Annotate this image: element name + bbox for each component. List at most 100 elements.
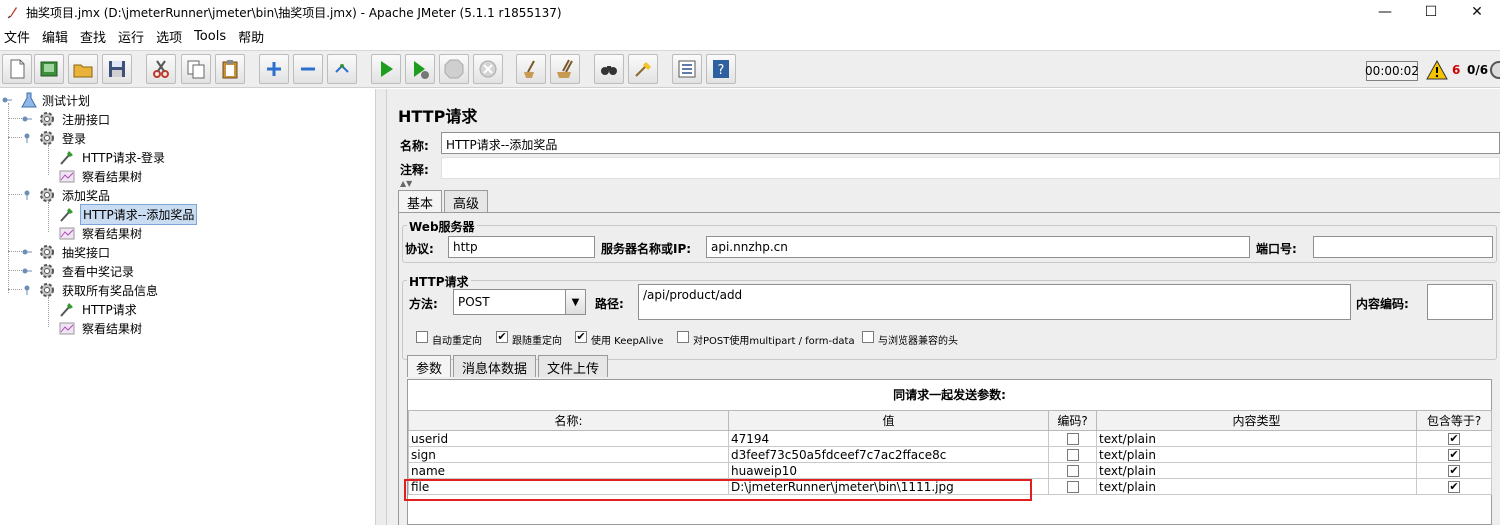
menu-run[interactable]: 运行	[114, 27, 150, 46]
menu-options[interactable]: 选项	[152, 27, 188, 46]
warning-icon[interactable]	[1426, 60, 1448, 80]
tree-node-results-1[interactable]: 察看结果树	[58, 167, 144, 186]
param-value[interactable]: huaweip10	[728, 462, 1049, 479]
expand-handle-icon[interactable]	[2, 95, 12, 105]
minimize-button[interactable]: —	[1362, 0, 1408, 24]
remote-icon	[1490, 61, 1500, 79]
column-header-content-type[interactable]: 内容类型	[1096, 410, 1417, 431]
param-content-type[interactable]: text/plain	[1096, 430, 1417, 447]
include-equals-checkbox[interactable]: ✔	[1448, 465, 1460, 477]
encoding-field[interactable]	[1427, 284, 1493, 320]
protocol-field[interactable]: http	[448, 236, 595, 258]
open-button[interactable]	[68, 54, 98, 84]
tree-node-login[interactable]: 登录	[22, 129, 88, 148]
include-equals-checkbox[interactable]: ✔	[1448, 433, 1460, 445]
templates-button[interactable]	[34, 54, 64, 84]
collapse-comment-icon[interactable]: ▲▼	[400, 179, 412, 188]
tree-node-results-3[interactable]: 察看结果树	[58, 319, 144, 338]
param-name[interactable]: userid	[408, 430, 729, 447]
tree-node-add-prize[interactable]: 添加奖品	[22, 186, 112, 205]
column-header-value[interactable]: 值	[728, 410, 1049, 431]
start-button[interactable]	[371, 54, 401, 84]
path-field[interactable]: /api/product/add	[638, 284, 1351, 320]
param-name[interactable]: name	[408, 462, 729, 479]
stop-button[interactable]	[439, 54, 469, 84]
reset-search-button[interactable]	[628, 54, 658, 84]
maximize-button[interactable]: ☐	[1408, 0, 1454, 24]
port-field[interactable]	[1313, 236, 1493, 258]
tree-node-results-2[interactable]: 察看结果树	[58, 224, 144, 243]
help-button[interactable]: ?	[706, 54, 736, 84]
method-select[interactable]: POST ▼	[453, 289, 586, 315]
collapse-handle-icon[interactable]	[22, 190, 32, 200]
menu-search[interactable]: 查找	[76, 27, 112, 46]
table-row[interactable]: userid 47194 text/plain ✔	[408, 430, 1492, 447]
follow-redirect-checkbox[interactable]: ✔	[496, 331, 508, 343]
tree-node-http-login[interactable]: HTTP请求-登录	[58, 148, 167, 167]
tab-body-data[interactable]: 消息体数据	[453, 355, 537, 377]
encode-checkbox[interactable]	[1066, 481, 1079, 493]
cut-button[interactable]	[146, 54, 176, 84]
web-server-group-title: Web服务器	[407, 218, 477, 235]
encode-checkbox[interactable]	[1066, 433, 1079, 445]
clear-button[interactable]	[516, 54, 546, 84]
copy-button[interactable]	[181, 54, 211, 84]
name-field[interactable]: HTTP请求--添加奖品	[441, 132, 1500, 154]
comment-field[interactable]	[441, 157, 1500, 179]
expand-handle-icon[interactable]	[22, 247, 32, 257]
shutdown-button[interactable]	[473, 54, 503, 84]
param-name[interactable]: sign	[408, 446, 729, 463]
collapse-handle-icon[interactable]	[22, 285, 32, 295]
start-no-pause-button[interactable]	[405, 54, 435, 84]
param-content-type[interactable]: text/plain	[1096, 446, 1417, 463]
server-field[interactable]: api.nnzhp.cn	[706, 236, 1250, 258]
clear-all-button[interactable]	[550, 54, 580, 84]
split-pane-divider[interactable]	[375, 89, 387, 525]
paste-button[interactable]	[215, 54, 245, 84]
param-content-type[interactable]: text/plain	[1096, 462, 1417, 479]
expand-handle-icon[interactable]	[22, 266, 32, 276]
menu-help[interactable]: 帮助	[234, 27, 270, 46]
menu-file[interactable]: 文件	[0, 27, 36, 46]
expand-all-button[interactable]	[259, 54, 289, 84]
auto-redirect-checkbox[interactable]	[416, 331, 428, 343]
tab-parameters[interactable]: 参数	[407, 355, 452, 377]
tree-node-lottery[interactable]: 抽奖接口	[22, 243, 112, 262]
new-button[interactable]	[2, 54, 32, 84]
multipart-checkbox[interactable]	[677, 331, 689, 343]
tree-node-win-records[interactable]: 查看中奖记录	[22, 262, 136, 281]
function-helper-button[interactable]	[672, 54, 702, 84]
menu-edit[interactable]: 编辑	[38, 27, 74, 46]
browser-headers-checkbox[interactable]	[862, 331, 874, 343]
search-button[interactable]	[594, 54, 624, 84]
tree-node-all-prizes[interactable]: 获取所有奖品信息	[22, 281, 160, 300]
tree-node-register[interactable]: 注册接口	[22, 110, 112, 129]
toggle-button[interactable]	[327, 54, 357, 84]
column-header-name[interactable]: 名称:	[408, 410, 729, 431]
param-value[interactable]: d3feef73c50a5fdceef7c7ac2fface8c	[728, 446, 1049, 463]
include-equals-checkbox[interactable]: ✔	[1448, 481, 1460, 493]
column-header-include-equals[interactable]: 包含等于?	[1416, 410, 1492, 431]
collapse-all-button[interactable]	[293, 54, 323, 84]
tab-files-upload[interactable]: 文件上传	[538, 355, 609, 377]
table-row[interactable]: name huaweip10 text/plain ✔	[408, 462, 1492, 479]
close-button[interactable]: ✕	[1454, 0, 1500, 24]
keepalive-checkbox[interactable]: ✔	[575, 331, 587, 343]
menu-tools[interactable]: Tools	[190, 29, 232, 44]
tab-advanced[interactable]: 高级	[444, 190, 489, 212]
tree-node-http-add-prize[interactable]: HTTP请求--添加奖品	[58, 204, 198, 225]
param-content-type[interactable]: text/plain	[1096, 478, 1417, 495]
column-header-encode[interactable]: 编码?	[1048, 410, 1097, 431]
chevron-down-icon[interactable]: ▼	[565, 290, 585, 314]
tab-basic[interactable]: 基本	[398, 190, 443, 212]
collapse-handle-icon[interactable]	[22, 133, 32, 143]
encode-checkbox[interactable]	[1066, 449, 1079, 461]
tree-node-root[interactable]: 测试计划	[2, 91, 92, 110]
encode-checkbox[interactable]	[1066, 465, 1079, 477]
include-equals-checkbox[interactable]: ✔	[1448, 449, 1460, 461]
table-row[interactable]: sign d3feef73c50a5fdceef7c7ac2fface8c te…	[408, 446, 1492, 463]
save-button[interactable]	[102, 54, 132, 84]
expand-handle-icon[interactable]	[22, 114, 32, 124]
param-value[interactable]: 47194	[728, 430, 1049, 447]
tree-node-http[interactable]: HTTP请求	[58, 300, 139, 319]
